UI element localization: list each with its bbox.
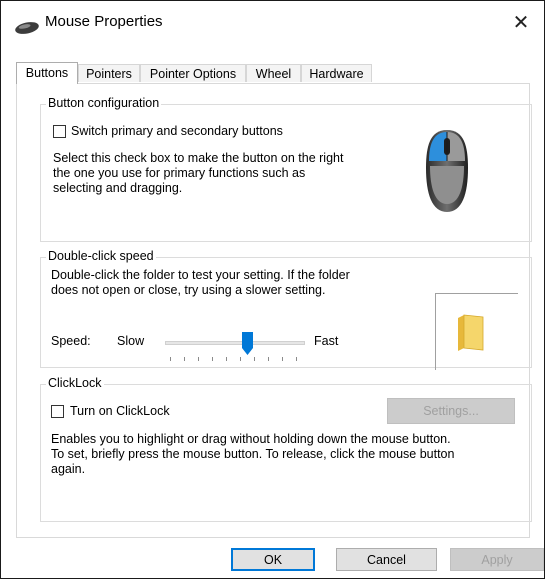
desc-line: To set, briefly press the mouse button. …	[51, 447, 455, 461]
tab-buttons[interactable]: Buttons	[16, 62, 78, 84]
tick	[282, 357, 283, 361]
switch-buttons-label[interactable]: Switch primary and secondary buttons	[71, 124, 283, 138]
slow-label: Slow	[117, 334, 145, 348]
button-configuration-legend: Button configuration	[46, 96, 162, 110]
tick	[198, 357, 199, 361]
tab-hardware[interactable]: Hardware	[301, 64, 372, 82]
tick	[268, 357, 269, 361]
cancel-button[interactable]: Cancel	[336, 548, 437, 571]
desc-line: Select this check box to make the button…	[53, 151, 344, 165]
speed-slider-track[interactable]	[165, 341, 305, 345]
tick	[254, 357, 255, 361]
desc-line: selecting and dragging.	[53, 181, 183, 195]
clicklock-description: Enables you to highlight or drag without…	[51, 432, 454, 477]
tick	[184, 357, 185, 361]
speed-label: Speed:	[51, 334, 91, 348]
clicklock-group: ClickLock Turn on ClickLock Settings... …	[40, 376, 532, 522]
double-click-speed-legend: Double-click speed	[46, 249, 156, 263]
desc-line: Double-click the folder to test your set…	[51, 268, 350, 282]
tick	[212, 357, 213, 361]
window-title: Mouse Properties	[45, 13, 163, 30]
folder-icon[interactable]	[456, 314, 486, 352]
button-configuration-group: Button configuration Switch primary and …	[40, 96, 532, 242]
close-button[interactable]: ✕	[498, 1, 544, 43]
desc-line: does not open or close, try using a slow…	[51, 283, 326, 297]
desc-line: again.	[51, 462, 86, 476]
buttons-tab-panel: Button configuration Switch primary and …	[16, 83, 532, 538]
desc-line: Enables you to highlight or drag without…	[51, 432, 451, 446]
double-click-test-area[interactable]	[435, 293, 518, 370]
clicklock-legend: ClickLock	[46, 376, 104, 390]
title-bar: Mouse Properties ✕	[1, 1, 544, 43]
tick	[170, 357, 171, 361]
apply-button[interactable]: Apply	[450, 548, 544, 571]
tick	[226, 357, 227, 361]
mouse-icon	[15, 22, 39, 34]
tick	[296, 357, 297, 361]
tick	[240, 357, 241, 361]
speed-slider-ticks	[165, 357, 305, 361]
switch-buttons-checkbox[interactable]	[53, 125, 66, 138]
desc-line: the one you use for primary functions su…	[53, 166, 306, 180]
mouse-properties-window: Mouse Properties ✕ Buttons Pointers Poin…	[0, 0, 545, 579]
tab-pointers[interactable]: Pointers	[78, 64, 140, 82]
mouse-illustration-icon	[426, 130, 468, 212]
double-click-speed-group: Double-click speed Double-click the fold…	[40, 249, 532, 370]
tab-pointer-options[interactable]: Pointer Options	[140, 64, 246, 82]
ok-button[interactable]: OK	[231, 548, 315, 571]
tab-wheel[interactable]: Wheel	[246, 64, 301, 82]
speed-slider-thumb[interactable]	[242, 332, 254, 355]
button-configuration-description: Select this check box to make the button…	[53, 151, 343, 196]
clicklock-label[interactable]: Turn on ClickLock	[70, 404, 170, 418]
clicklock-checkbox[interactable]	[51, 405, 64, 418]
fast-label: Fast	[314, 334, 339, 348]
double-click-description: Double-click the folder to test your set…	[51, 268, 350, 298]
clicklock-settings-button[interactable]: Settings...	[387, 398, 515, 424]
